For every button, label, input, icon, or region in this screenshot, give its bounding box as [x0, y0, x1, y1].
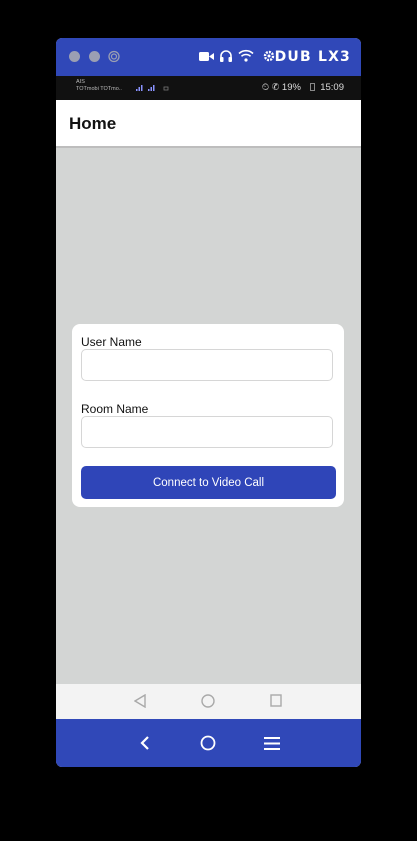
- carrier-info: AIS TOTmobi TOTmo..: [76, 79, 122, 93]
- call-icon: ✆: [271, 82, 280, 93]
- carrier-line-1: AIS: [76, 79, 85, 85]
- app-bar: Home: [56, 100, 361, 148]
- emulator-window: DUB LX3 AIS TOTmobi TOTmo.. ⏲ ✆ 19% 15:0…: [56, 38, 361, 767]
- battery-percent: 19%: [281, 82, 301, 93]
- status-right: ⏲ ✆ 19% 15:09: [262, 82, 344, 93]
- user-name-label: User Name: [81, 335, 142, 349]
- user-name-input[interactable]: [81, 349, 333, 381]
- video-icon[interactable]: [199, 50, 214, 63]
- gear-icon[interactable]: [263, 50, 275, 62]
- carrier-line-2: TOTmobi TOTmo..: [76, 86, 122, 92]
- connect-button[interactable]: Connect to Video Call: [81, 466, 336, 499]
- emulator-back-icon[interactable]: [140, 736, 150, 750]
- recents-icon[interactable]: [270, 694, 282, 707]
- page-title: Home: [69, 114, 117, 133]
- wifi-icon[interactable]: [238, 49, 254, 62]
- back-icon[interactable]: [134, 694, 146, 708]
- status-bar: AIS TOTmobi TOTmo.. ⏲ ✆ 19% 15:09: [56, 76, 361, 100]
- battery-icon: [309, 83, 315, 92]
- window-close-dot[interactable]: [69, 51, 80, 62]
- alarm-icon: ⏲: [261, 82, 270, 93]
- window-minimize-dot[interactable]: [89, 51, 100, 62]
- connect-form-card: User Name Room Name Connect to Video Cal…: [72, 324, 344, 507]
- emulator-device-name: DUB LX3: [274, 49, 351, 65]
- home-icon[interactable]: [201, 694, 215, 708]
- clock: 15:09: [320, 82, 344, 93]
- fingerprint-icon: [108, 50, 120, 63]
- headphones-icon[interactable]: [219, 49, 233, 63]
- system-nav-bar: [56, 684, 361, 719]
- emulator-title-bar: DUB LX3: [56, 38, 361, 76]
- emulator-nav-bar: [56, 719, 361, 767]
- signal-icon: [136, 85, 169, 91]
- menu-icon[interactable]: [264, 737, 280, 750]
- room-name-label: Room Name: [81, 402, 149, 416]
- room-name-input[interactable]: [81, 416, 333, 448]
- emulator-home-icon[interactable]: [200, 735, 216, 751]
